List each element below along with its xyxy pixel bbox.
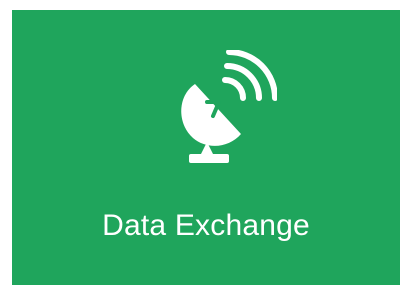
tile-label: Data Exchange [102, 209, 310, 242]
satellite-dish-icon [167, 50, 277, 165]
data-exchange-tile[interactable]: Data Exchange [12, 10, 400, 285]
